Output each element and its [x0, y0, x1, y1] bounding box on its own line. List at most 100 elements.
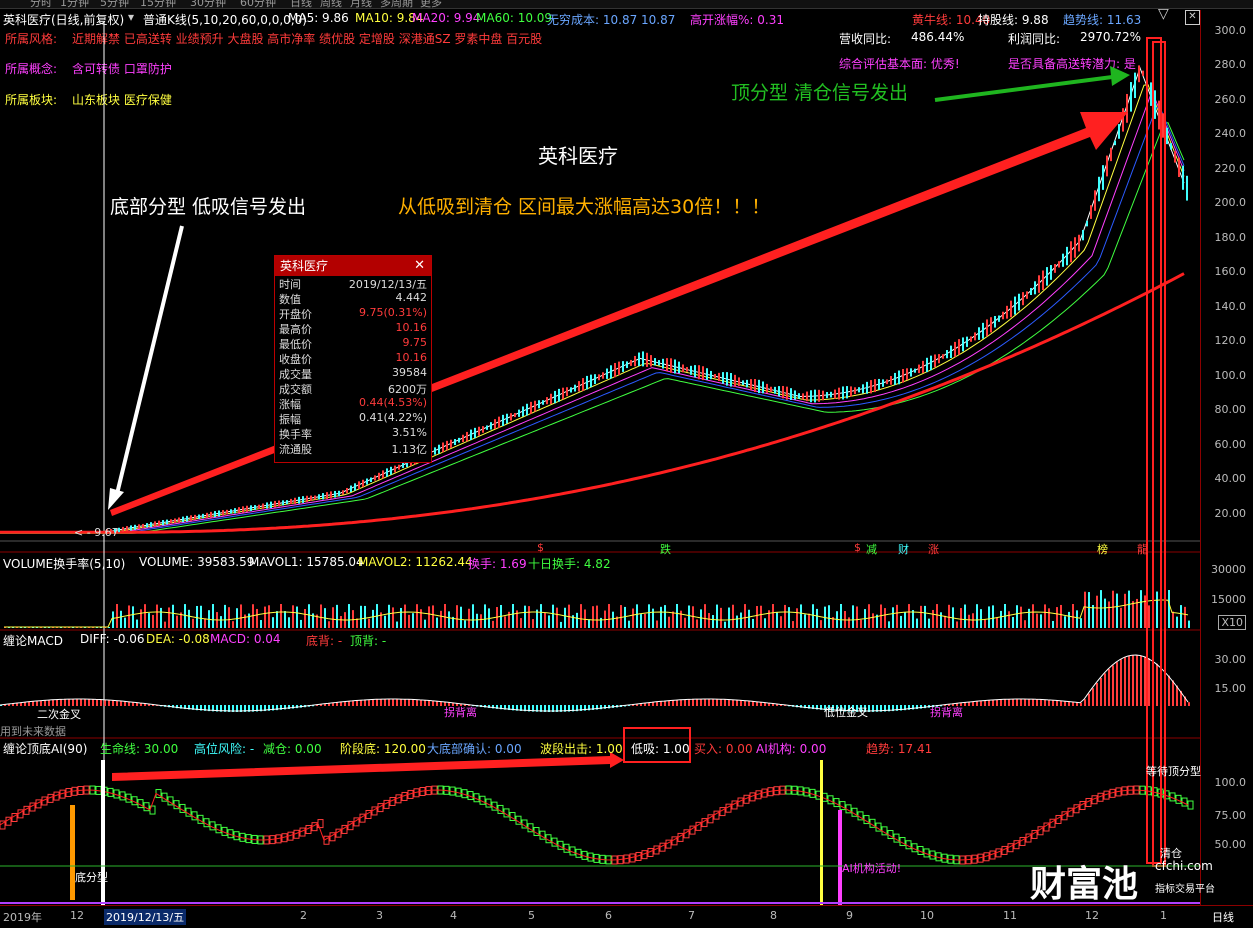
popup-row: 涨幅 0.44(4.53%) [275, 396, 431, 411]
popup-row-value: 6200万 [388, 383, 427, 396]
price-tick: 100.0 [1214, 369, 1247, 382]
stock-name-annotation: 英科医疗 [538, 144, 618, 168]
ai-label: AI机构活动! [842, 862, 902, 875]
top-signal-annotation: 顶分型 清仓信号发出 [731, 82, 909, 104]
ai-reduce: 减仓: 0.00 [263, 742, 322, 756]
macd-title[interactable]: 缠论MACD [3, 632, 63, 649]
price-tick: 40.00 [1214, 472, 1247, 485]
ai-label: 底分型 [75, 871, 108, 884]
popup-row-label: 成交量 [279, 368, 312, 381]
bottom-signal-annotation: 底部分型 低吸信号发出 [110, 196, 307, 218]
macd-label: 低位金叉 [824, 706, 868, 719]
close-icon[interactable]: ✕ [414, 256, 425, 276]
popup-row-label: 涨幅 [279, 398, 301, 411]
event-mark[interactable]: 龍 [1137, 541, 1148, 557]
popup-row-label: 振幅 [279, 413, 301, 426]
macd-bottom-divergence: 底背: - [306, 634, 343, 648]
event-mark[interactable]: 财 [898, 541, 909, 557]
ai-title[interactable]: 缠论顶底AI(90) [3, 740, 87, 757]
ai-wave: 波段出击: 1.00 [540, 742, 623, 756]
ai-institution: AI机构: 0.00 [756, 742, 827, 756]
popup-title-bar[interactable]: 英科医疗 ✕ [275, 256, 431, 276]
ai-buy: 买入: 0.00 [694, 742, 753, 756]
popup-row-value: 3.51% [392, 426, 427, 439]
popup-row-value: 39584 [392, 366, 427, 379]
ai-main-line: 生命线: 30.00 [100, 742, 179, 756]
popup-row: 振幅 0.41(4.22%) [275, 411, 431, 426]
chart-canvas [0, 22, 1200, 905]
price-tick: 60.00 [1214, 438, 1247, 451]
popup-row-label: 收盘价 [279, 353, 312, 366]
macd-note: 用到未来数据 [0, 725, 66, 738]
date-tick: 12 [1085, 909, 1099, 922]
event-mark[interactable]: 榜 [1097, 541, 1108, 557]
gain-annotation: 从低吸到清仓 区间最大涨幅高达30倍！！！ [398, 196, 771, 218]
popup-row: 成交量 39584 [275, 366, 431, 381]
popup-row: 数值 4.442 [275, 291, 431, 306]
date-tick: 11 [1003, 909, 1017, 922]
macd-label: 拐背离 [930, 706, 963, 719]
logo-name: 财富池 [1030, 864, 1139, 905]
date-cursor: 2019/12/13/五 [104, 909, 187, 925]
popup-title: 英科医疗 [280, 259, 329, 273]
volume-tick: 15000 [1211, 593, 1246, 606]
date-tick: 5 [528, 909, 535, 922]
price-tick: 260.0 [1214, 93, 1247, 106]
macd-tick: 30.00 [1214, 653, 1247, 666]
event-mark[interactable]: 减 [866, 541, 877, 557]
ai-high-risk: 高位风险: - [194, 742, 255, 756]
price-axis: 300.0 280.0 260.0 240.0 220.0 200.0 180.… [1200, 10, 1253, 905]
price-tick: 300.0 [1214, 24, 1247, 37]
popup-row-value: 9.75(0.31%) [358, 306, 427, 319]
price-tick: 20.00 [1214, 507, 1247, 520]
ai-tick: 100.0 [1214, 776, 1247, 789]
ai-tick: 75.00 [1214, 809, 1247, 822]
date-tick: 9 [846, 909, 853, 922]
popup-row: 换手率 3.51% [275, 426, 431, 441]
macd-label: 拐背离 [444, 706, 477, 719]
date-axis: 2019年 12 2019/12/13/五 2 3 4 5 6 7 8 9 10… [0, 905, 1253, 928]
mavol1-value: MAVOL1: 15785.04 [249, 555, 364, 569]
macd-macd: MACD: 0.04 [210, 632, 281, 646]
price-tick: 240.0 [1214, 127, 1247, 140]
popup-row-value: 10.16 [395, 351, 428, 364]
turnover-value: 换手: 1.69 [468, 557, 527, 571]
macd-label: 二次金叉 [37, 708, 81, 721]
popup-row-value: 0.41(4.22%) [358, 411, 427, 424]
event-mark[interactable]: $ [854, 541, 861, 554]
logo-tagline: 指标交易平台 [1155, 884, 1215, 895]
event-mark[interactable]: $ [537, 541, 544, 554]
price-tick: 180.0 [1214, 231, 1247, 244]
period-label[interactable]: 日线 [1212, 909, 1234, 925]
price-tick: 160.0 [1214, 265, 1247, 278]
date-tick: 2 [300, 909, 307, 922]
quote-popup[interactable]: 英科医疗 ✕ 时间 2019/12/13/五 数值 4.442 开盘价 9.75(0.31… [274, 255, 432, 463]
date-tick: 6 [605, 909, 612, 922]
popup-row-label: 数值 [279, 293, 301, 306]
watermark-logo: 财富池 cfchi.com 指标交易平台 [1030, 855, 1225, 905]
date-tick: 8 [770, 909, 777, 922]
price-tick: 280.0 [1214, 58, 1247, 71]
event-mark[interactable]: 跌 [660, 541, 671, 557]
low-price-value: 9.67 [94, 526, 119, 539]
date-tick: 12 [70, 909, 84, 922]
mavol2-value: MAVOL2: 11262.44 [358, 555, 473, 569]
ai-stage-bottom: 阶段底: 120.00 [340, 742, 426, 756]
ai-label: 等待顶分型 [1146, 765, 1201, 778]
volume-unit: X10 [1218, 615, 1246, 630]
rise-arrow [110, 112, 1128, 516]
ai-big-bottom: 大底部确认: 0.00 [427, 742, 522, 756]
popup-row: 成交额 6200万 [275, 381, 431, 396]
popup-row-label: 流通股 [279, 443, 312, 456]
price-tick: 220.0 [1214, 162, 1247, 175]
date-tick: 1 [1160, 909, 1167, 922]
popup-row-value: 1.13亿 [391, 443, 428, 456]
event-mark[interactable]: 涨 [928, 541, 939, 557]
popup-row-label: 时间 [279, 278, 301, 291]
popup-row: 开盘价 9.75(0.31%) [275, 306, 431, 321]
popup-row-value: 4.442 [395, 291, 428, 304]
ai-trend: 趋势: 17.41 [866, 742, 933, 756]
volume-title[interactable]: VOLUME换手率(5,10) [3, 555, 125, 572]
popup-row-value: 9.75 [402, 336, 428, 349]
popup-row: 收盘价 10.16 [275, 351, 431, 366]
